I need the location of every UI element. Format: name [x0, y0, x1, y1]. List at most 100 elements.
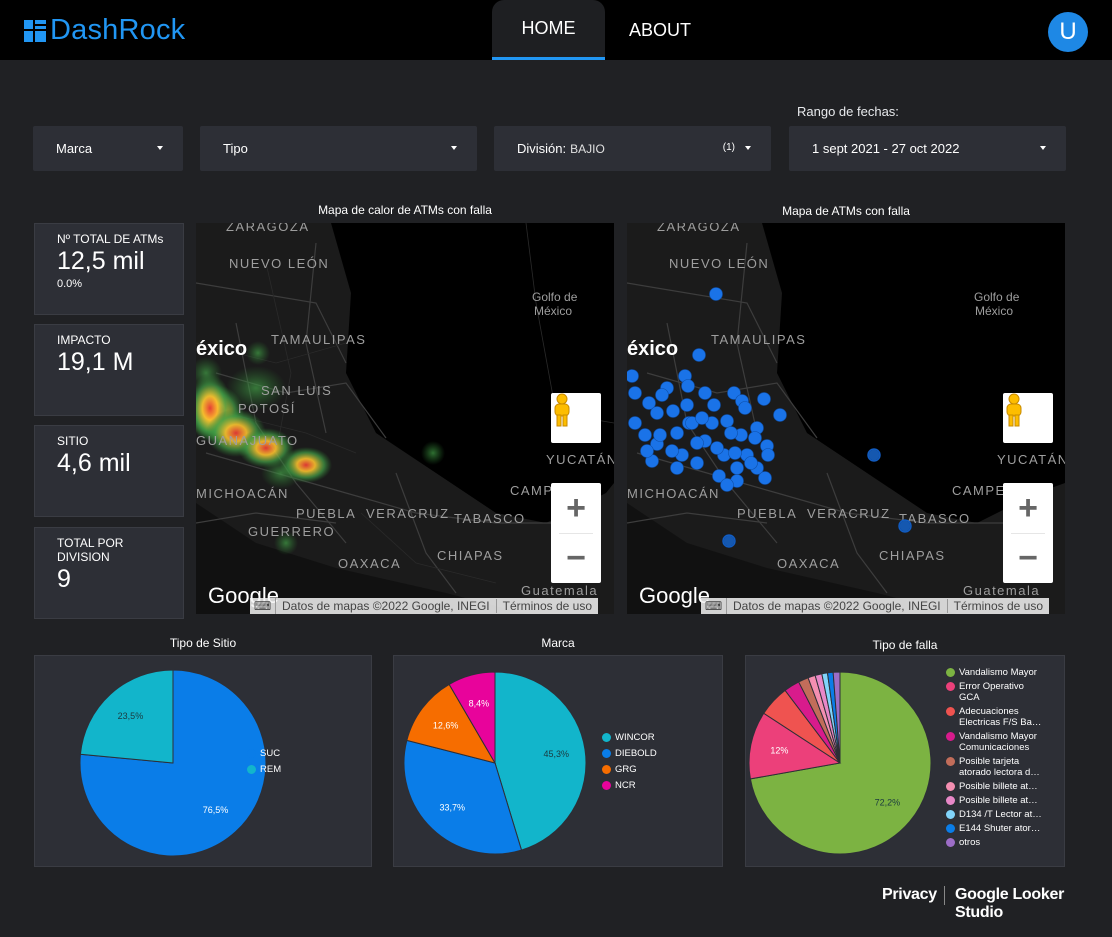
legend-item[interactable]: NCR	[602, 780, 657, 791]
pie-data-label: 33,7%	[439, 803, 465, 813]
legend-item[interactable]: SUC	[247, 748, 281, 759]
atm-marker[interactable]	[650, 406, 664, 420]
atm-marker[interactable]	[723, 535, 735, 547]
zoom-in-button[interactable]: +	[1003, 483, 1053, 533]
atm-marker[interactable]	[724, 426, 738, 440]
terms-link[interactable]: Términos de uso	[948, 599, 1049, 613]
atm-marker[interactable]	[744, 456, 758, 470]
heatmap[interactable]: ZARAGOZA NUEVO LEÓN TAMAULIPAS Golfo de …	[196, 223, 614, 614]
legend-item[interactable]: Posible tarjeta atorado lectora d…	[946, 756, 1046, 778]
kpi-label: Nº TOTAL DE ATMs	[57, 232, 164, 246]
atm-marker[interactable]	[761, 448, 775, 462]
legend-dot-icon	[946, 824, 955, 833]
kpi-value: 12,5 mil	[57, 247, 145, 275]
atm-marker[interactable]	[628, 386, 642, 400]
legend-item[interactable]: E144 Shuter ator…	[946, 823, 1046, 834]
legend-item[interactable]: Vandalismo Mayor Comunicaciones	[946, 731, 1046, 753]
filter-date-range[interactable]: 1 sept 2021 - 27 oct 2022	[789, 126, 1066, 171]
terms-link[interactable]: Términos de uso	[497, 599, 598, 613]
atm-marker[interactable]	[670, 461, 684, 475]
atm-marker[interactable]	[748, 431, 762, 445]
legend-item[interactable]: GRG	[602, 764, 657, 775]
legend-item[interactable]: Posible billete at…	[946, 781, 1046, 792]
map-label: CHIAPAS	[437, 548, 504, 563]
user-avatar[interactable]: U	[1048, 12, 1088, 52]
atm-marker[interactable]	[666, 404, 680, 418]
filter-division-count: (1)	[722, 142, 735, 153]
legend-item[interactable]: Error Operativo GCA	[946, 681, 1046, 703]
atm-marker[interactable]	[690, 456, 704, 470]
caret-down-icon	[1040, 146, 1046, 150]
zoom-out-button[interactable]: −	[1003, 533, 1053, 583]
atm-marker[interactable]	[665, 444, 679, 458]
atm-marker[interactable]	[655, 388, 669, 402]
street-view-pegman-button[interactable]	[551, 393, 601, 443]
pegman-icon	[554, 393, 570, 427]
tipo-falla-legend: Vandalismo Mayor Error Operativo GCA Adecu…	[946, 667, 1046, 851]
atm-marker[interactable]	[681, 379, 695, 393]
atm-marker[interactable]	[728, 446, 742, 460]
legend-dot-icon	[602, 765, 611, 774]
atm-marker[interactable]	[710, 441, 724, 455]
atm-marker[interactable]	[627, 369, 639, 383]
atm-marker[interactable]	[690, 436, 704, 450]
atm-marker[interactable]	[628, 416, 642, 430]
legend-item[interactable]: Adecuaciones Electricas F/S Ba…	[946, 706, 1046, 728]
marca-title: Marca	[541, 636, 575, 650]
kpi-value: 9	[57, 565, 71, 593]
atm-marker[interactable]	[709, 287, 723, 301]
atm-marker[interactable]	[720, 478, 734, 492]
atm-marker[interactable]	[653, 428, 667, 442]
atm-marker[interactable]	[720, 414, 734, 428]
atm-marker[interactable]	[757, 392, 771, 406]
atm-marker[interactable]	[670, 426, 684, 440]
atm-marker[interactable]	[680, 398, 694, 412]
filter-division[interactable]: División: BAJIO (1)	[494, 126, 771, 171]
points-map[interactable]: ZARAGOZA NUEVO LEÓN TAMAULIPAS Golfo de …	[627, 223, 1065, 614]
legend-item[interactable]: D134 /T Lector at…	[946, 809, 1046, 820]
app-logo[interactable]: DashRock	[24, 14, 185, 47]
atm-marker[interactable]	[868, 449, 880, 461]
keyboard-icon[interactable]: ⌨	[701, 598, 727, 614]
atm-marker[interactable]	[738, 401, 752, 415]
legend-label: E144 Shuter ator…	[959, 823, 1041, 834]
map-label: MICHOACÁN	[627, 486, 720, 501]
atm-marker[interactable]	[758, 471, 772, 485]
legend-item[interactable]: otros	[946, 837, 1046, 848]
legend-item[interactable]: Posible billete at…	[946, 795, 1046, 806]
atm-marker[interactable]	[899, 520, 911, 532]
map-label: PUEBLA	[296, 506, 356, 521]
zoom-out-button[interactable]: −	[551, 533, 601, 583]
map-zoom-controls: + −	[1003, 483, 1053, 583]
legend-item[interactable]: DIEBOLD	[602, 748, 657, 759]
kpi-label: SITIO	[57, 434, 89, 448]
top-bar: DashRock HOME ABOUT U	[0, 0, 1112, 60]
keyboard-icon[interactable]: ⌨	[250, 598, 276, 614]
atm-marker[interactable]	[698, 386, 712, 400]
legend-item[interactable]: REM	[247, 764, 281, 775]
street-view-pegman-button[interactable]	[1003, 393, 1053, 443]
caret-down-icon	[157, 146, 163, 150]
zoom-in-button[interactable]: +	[551, 483, 601, 533]
privacy-link[interactable]: Privacy	[882, 886, 937, 904]
legend-item[interactable]: Vandalismo Mayor	[946, 667, 1046, 678]
atm-marker[interactable]	[773, 408, 787, 422]
kpi-value: 4,6 mil	[57, 449, 131, 477]
marca-legend: WINCOR DIEBOLD GRG NCR	[602, 732, 657, 796]
atm-marker[interactable]	[640, 444, 654, 458]
atm-marker[interactable]	[638, 428, 652, 442]
filter-division-value: BAJIO	[570, 141, 605, 156]
looker-studio-brand[interactable]: Google Looker Studio	[955, 886, 1112, 922]
atm-marker[interactable]	[707, 398, 721, 412]
map-attribution: ⌨ Datos de mapas ©2022 Google, INEGI Tér…	[701, 598, 1049, 614]
filter-marca[interactable]: Marca	[33, 126, 183, 171]
legend-item[interactable]: WINCOR	[602, 732, 657, 743]
tab-about[interactable]: ABOUT	[605, 0, 715, 60]
atm-marker[interactable]	[730, 461, 744, 475]
tab-home[interactable]: HOME	[492, 0, 605, 60]
atm-marker[interactable]	[695, 411, 709, 425]
legend-dot-icon	[946, 757, 955, 766]
pie-data-label: 72,2%	[875, 798, 901, 808]
filter-tipo[interactable]: Tipo	[200, 126, 477, 171]
atm-marker[interactable]	[692, 348, 706, 362]
